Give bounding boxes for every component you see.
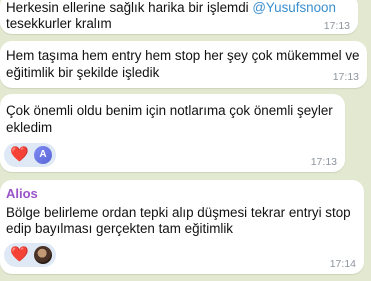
message-text-line: edip bayılması gerçekten tam eğitimlik (6, 221, 233, 236)
message-text-line: eğitimlik bir şekilde işledik (6, 65, 160, 80)
message-bubble[interactable]: Çok önemli oldu benim için notlarıma çok… (0, 94, 345, 172)
reaction-chip[interactable]: ❤️ A (4, 143, 56, 167)
user-photo-avatar-icon (34, 246, 52, 264)
message-text-line: Çok önemli oldu benim için notlarıma çok… (6, 103, 333, 118)
message-time: 17:14 (329, 258, 356, 270)
message-time: 17:13 (323, 20, 350, 32)
message-text-line: Herkesin ellerine sağlık harika bir işle… (6, 0, 253, 15)
heart-reaction-icon: ❤️ (10, 246, 29, 263)
message-bubble[interactable]: Alios Bölge belirleme ordan tepki alıp d… (0, 180, 364, 274)
message-text-line: Hem taşıma hem entry hem stop her şey ço… (6, 48, 360, 63)
reaction-chip[interactable]: ❤️ (4, 243, 56, 267)
heart-reaction-icon: ❤️ (10, 146, 29, 163)
user-mention-link[interactable]: @Yusufsnoon (252, 0, 336, 15)
reactor-avatar: A (34, 146, 52, 164)
message-text-line: tesekkurler kralım (6, 16, 112, 31)
message-bubble[interactable]: Hem taşıma hem entry hem stop her şey ço… (0, 41, 367, 88)
message-text-line: ekledim (6, 120, 53, 135)
sender-name[interactable]: Alios (6, 186, 38, 202)
message-time: 17:13 (332, 71, 359, 83)
chat-window: Herkesin ellerine sağlık harika bir işle… (0, 0, 371, 281)
message-bubble[interactable]: Herkesin ellerine sağlık harika bir işle… (0, 0, 358, 34)
message-text-line: Bölge belirleme ordan tepki alıp düşmesi… (6, 205, 351, 220)
message-time: 17:13 (310, 156, 337, 168)
message-text: Herkesin ellerine sağlık harika bir işle… (6, 0, 336, 16)
